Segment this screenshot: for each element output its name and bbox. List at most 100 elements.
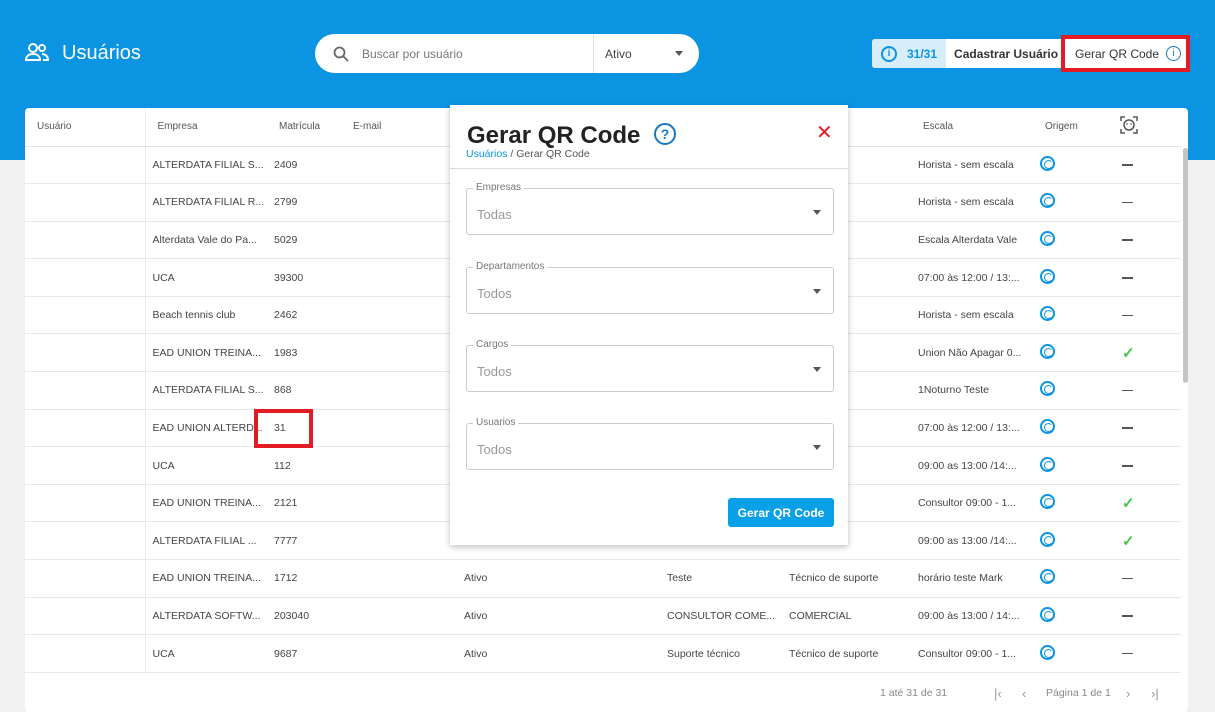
next-page-icon[interactable]: › bbox=[1126, 686, 1130, 701]
generate-qr-button[interactable]: Gerar QR Code i bbox=[1065, 38, 1186, 69]
close-icon[interactable]: ✕ bbox=[816, 120, 833, 145]
cell-email bbox=[341, 296, 464, 335]
cell-user bbox=[25, 221, 146, 260]
cell-registration: 1712 bbox=[267, 559, 341, 598]
origin-app-icon bbox=[1040, 494, 1055, 510]
cell-company: ALTERDATA FILIAL R... bbox=[145, 183, 267, 222]
cell-company: UCA bbox=[145, 446, 267, 485]
cell-origin bbox=[1033, 333, 1107, 373]
cell-company: EAD UNION TREINA... bbox=[145, 559, 267, 598]
search-input[interactable] bbox=[362, 46, 592, 61]
dash-icon bbox=[1122, 314, 1133, 317]
pagination-bar: 1 até 31 de 31 |‹ ‹ Página 1 de 1 › ›| bbox=[25, 674, 1188, 712]
origin-app-icon bbox=[1040, 230, 1055, 246]
page-title: Usuários bbox=[24, 40, 141, 66]
cell-email bbox=[341, 221, 464, 260]
dash-icon bbox=[1122, 201, 1133, 204]
column-header-company[interactable]: Empresa bbox=[145, 108, 267, 147]
register-user-button[interactable]: Cadastrar Usuário bbox=[946, 39, 1066, 68]
cell-face-status bbox=[1107, 371, 1181, 410]
dash-icon bbox=[1122, 652, 1133, 655]
cell-company: EAD UNION TREINA... bbox=[145, 333, 267, 373]
cell-face-status bbox=[1107, 221, 1181, 260]
cell-schedule: Horista - sem escala bbox=[911, 183, 1033, 222]
cell-face-status bbox=[1107, 559, 1181, 598]
table-row[interactable]: ALTERDATA SOFTW... 203040 Ativo CONSULTOR C… bbox=[25, 597, 1181, 636]
column-header-origin[interactable]: Origem bbox=[1033, 108, 1107, 147]
help-icon[interactable]: ? bbox=[654, 123, 676, 145]
breadcrumb-link-users[interactable]: Usuários bbox=[466, 148, 507, 160]
cell-schedule: 07:00 às 12:00 / 13:... bbox=[911, 258, 1033, 297]
origin-app-icon bbox=[1040, 155, 1055, 171]
cell-schedule: 07:00 às 12:00 / 13:... bbox=[911, 409, 1033, 448]
cell-registration: 203040 bbox=[267, 597, 341, 636]
column-header-user[interactable]: Usuário bbox=[25, 108, 146, 147]
search-icon[interactable] bbox=[332, 45, 350, 63]
modal-divider bbox=[450, 168, 848, 169]
column-header-email[interactable]: E-mail bbox=[341, 108, 464, 147]
column-header-face bbox=[1107, 108, 1181, 147]
user-count: 31/31 bbox=[907, 46, 938, 61]
cell-face-status: ✓ bbox=[1107, 333, 1181, 373]
search-divider bbox=[593, 34, 594, 73]
roles-select[interactable]: Cargos Todos bbox=[466, 339, 834, 392]
cell-company: ALTERDATA FILIAL S... bbox=[145, 146, 267, 185]
users-icon bbox=[24, 43, 50, 61]
cell-registration: 2462 bbox=[267, 296, 341, 335]
departments-select-label: Departamentos bbox=[473, 261, 548, 272]
cell-registration: 1983 bbox=[267, 333, 341, 373]
cell-user bbox=[25, 484, 146, 523]
cell-face-status bbox=[1107, 146, 1181, 185]
cell-role: CONSULTOR COME... bbox=[667, 597, 789, 636]
origin-app-icon bbox=[1040, 193, 1055, 209]
dash-icon bbox=[1122, 277, 1133, 279]
info-icon: i bbox=[1166, 46, 1182, 61]
cell-registration: 2121 bbox=[267, 484, 341, 523]
status-select[interactable]: Ativo bbox=[605, 34, 695, 73]
cell-registration: 7777 bbox=[267, 521, 341, 561]
cell-schedule: horário teste Mark bbox=[911, 559, 1033, 598]
cell-status: Ativo bbox=[464, 597, 667, 636]
chevron-down-icon bbox=[813, 210, 821, 215]
cell-registration: 2799 bbox=[267, 183, 341, 222]
cell-company: EAD UNION ALTERD... bbox=[145, 409, 267, 448]
dash-icon bbox=[1122, 389, 1133, 392]
dash-icon bbox=[1122, 615, 1133, 617]
cell-origin bbox=[1033, 409, 1107, 448]
companies-select[interactable]: Empresas Todas bbox=[466, 182, 834, 235]
users-select[interactable]: Usuarios Todos bbox=[466, 417, 834, 470]
origin-app-icon bbox=[1040, 418, 1055, 434]
cell-user bbox=[25, 559, 146, 598]
cell-origin bbox=[1033, 258, 1107, 297]
check-icon: ✓ bbox=[1122, 495, 1135, 513]
previous-page-icon[interactable]: ‹ bbox=[1022, 686, 1026, 701]
cell-user bbox=[25, 634, 146, 673]
cell-origin bbox=[1033, 146, 1107, 185]
cell-role: Suporte técnico bbox=[667, 634, 789, 673]
table-row[interactable]: EAD UNION TREINA... 1712 Ativo Teste Técnico… bbox=[25, 559, 1181, 598]
column-header-registration[interactable]: Matrícula bbox=[267, 108, 341, 147]
cell-email bbox=[341, 258, 464, 297]
users-select-value: Todos bbox=[477, 442, 512, 457]
cell-registration: 31 bbox=[267, 409, 341, 448]
last-page-icon[interactable]: ›| bbox=[1151, 686, 1159, 701]
info-icon: i bbox=[881, 45, 897, 62]
breadcrumb-current: / Gerar QR Code bbox=[507, 148, 590, 160]
companies-select-label: Empresas bbox=[473, 182, 525, 193]
cell-email bbox=[341, 521, 464, 561]
dash-icon bbox=[1122, 427, 1133, 429]
check-icon: ✓ bbox=[1122, 532, 1135, 550]
generate-qr-submit-button[interactable]: Gerar QR Code bbox=[728, 498, 834, 527]
cell-user bbox=[25, 333, 146, 373]
vertical-scrollbar[interactable] bbox=[1183, 148, 1188, 383]
generate-qr-modal: Gerar QR Code ? ✕ Usuários / Gerar QR Co… bbox=[450, 105, 848, 545]
modal-title: Gerar QR Code bbox=[467, 122, 641, 149]
table-row[interactable]: UCA 9687 Ativo Suporte técnico Técnico de su… bbox=[25, 634, 1181, 673]
cell-company: ALTERDATA FILIAL ... bbox=[145, 521, 267, 561]
departments-select[interactable]: Departamentos Todos bbox=[466, 261, 834, 314]
cell-email bbox=[341, 446, 464, 485]
cell-face-status bbox=[1107, 446, 1181, 485]
cell-email bbox=[341, 333, 464, 373]
column-header-schedule[interactable]: Escala bbox=[911, 108, 1033, 147]
first-page-icon[interactable]: |‹ bbox=[994, 686, 1002, 701]
